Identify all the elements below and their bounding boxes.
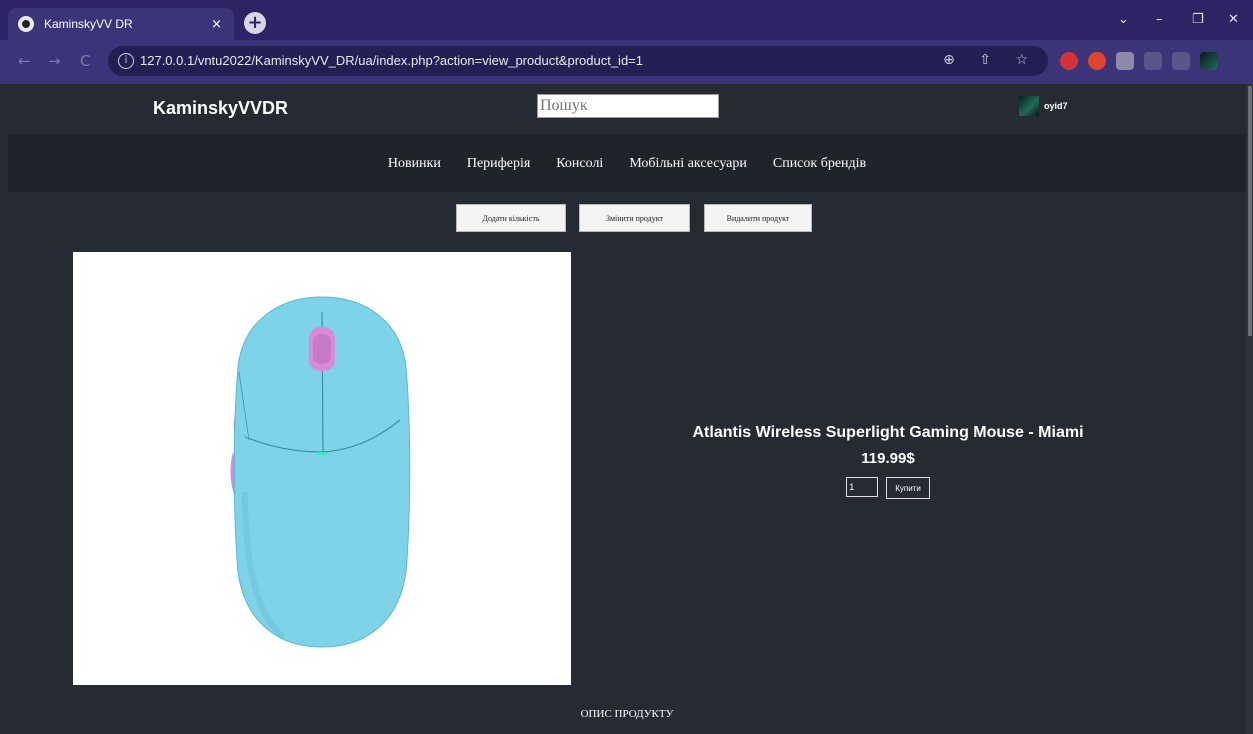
site-info-icon[interactable]: i	[118, 53, 134, 69]
tab-search-icon[interactable]: ⌄	[1118, 12, 1129, 27]
user-avatar[interactable]	[1019, 96, 1039, 116]
restore-button[interactable]: ❐	[1192, 12, 1204, 27]
nav-item-new[interactable]: Новинки	[375, 134, 454, 172]
extensions-puzzle-icon[interactable]	[1144, 52, 1162, 70]
reload-button[interactable]: C	[80, 52, 90, 70]
nav-item-consoles[interactable]: Консолі	[543, 134, 616, 172]
browser-tab-bar: KaminskyVV DR × + ⌄ – ❐ ✕	[0, 0, 1253, 40]
gaming-mouse-icon	[230, 296, 411, 648]
add-quantity-button[interactable]: Додати кількість	[456, 204, 566, 232]
site-header: KaminskyVVDR oyid7	[8, 84, 1246, 134]
minimize-button[interactable]: –	[1156, 12, 1163, 27]
omnibox-actions-icon[interactable]: ⊕ ⇧ ☆	[943, 52, 1038, 68]
nav-item-peripherals[interactable]: Периферія	[454, 134, 543, 172]
description-heading: ОПИС ПРОДУКТУ	[580, 708, 674, 720]
main-nav: Новинки Периферія Консолі Мобільні аксес…	[8, 134, 1246, 192]
forward-button[interactable]: →	[48, 52, 61, 70]
web-page: KaminskyVVDR oyid7 Новинки Периферія Кон…	[8, 84, 1246, 734]
browser-tab[interactable]: KaminskyVV DR ×	[8, 8, 234, 40]
product-title: Atlantis Wireless Superlight Gaming Mous…	[692, 424, 1084, 441]
delete-product-button[interactable]: Видалити продукт	[704, 204, 812, 232]
close-window-button[interactable]: ✕	[1228, 12, 1239, 27]
search-input[interactable]	[537, 94, 719, 118]
url-text[interactable]: 127.0.0.1/vntu2022/KaminskyVV_DR/ua/inde…	[140, 53, 643, 68]
extension-icon[interactable]	[1088, 52, 1106, 70]
product-price: 119.99$	[861, 450, 915, 467]
new-tab-button[interactable]: +	[244, 12, 266, 34]
site-favicon-icon	[18, 16, 34, 32]
edit-product-button[interactable]: Змінити продукт	[579, 204, 690, 232]
close-tab-icon[interactable]: ×	[211, 17, 222, 32]
product-info: Atlantis Wireless Superlight Gaming Mous…	[618, 424, 1158, 499]
nav-item-brands[interactable]: Список брендів	[760, 134, 879, 172]
extension-icon[interactable]	[1116, 52, 1134, 70]
username[interactable]: oyid7	[1044, 101, 1068, 111]
scrollbar-thumb[interactable]	[1248, 86, 1252, 336]
buy-form: Купити	[618, 477, 1158, 499]
buy-button[interactable]: Купити	[886, 477, 930, 499]
admin-actions: Додати кількість Змінити продукт Видалит…	[8, 204, 1246, 234]
address-bar[interactable]: i 127.0.0.1/vntu2022/KaminskyVV_DR/ua/in…	[108, 46, 1048, 76]
profile-avatar-icon[interactable]	[1200, 52, 1218, 70]
quantity-input[interactable]	[846, 477, 879, 497]
product-image	[73, 252, 571, 685]
user-menu[interactable]: oyid7	[1019, 96, 1068, 116]
site-logo[interactable]: KaminskyVVDR	[153, 98, 288, 119]
extension-icon[interactable]	[1060, 52, 1078, 70]
side-panel-icon[interactable]	[1172, 52, 1190, 70]
back-button[interactable]: ←	[18, 52, 31, 70]
nav-item-mobile-accessories[interactable]: Мобільні аксесуари	[616, 134, 760, 172]
tab-title: KaminskyVV DR	[44, 17, 133, 31]
